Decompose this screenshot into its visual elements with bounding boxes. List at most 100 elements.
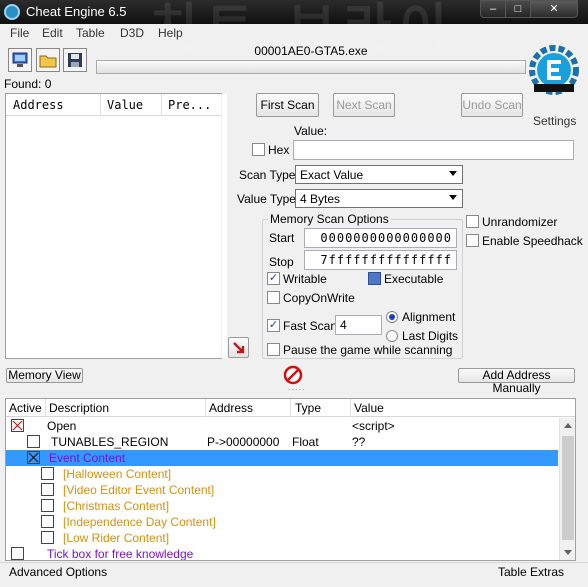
found-list-scrollbar[interactable] bbox=[221, 94, 227, 358]
scroll-up-arrow-icon[interactable] bbox=[560, 418, 575, 434]
last-digits-radio[interactable] bbox=[386, 330, 398, 342]
column-description[interactable]: Description bbox=[49, 401, 109, 415]
fast-scan-input[interactable]: 4 bbox=[335, 315, 382, 335]
scan-progress-bar bbox=[96, 60, 526, 74]
unrandomizer-checkbox[interactable] bbox=[466, 215, 479, 228]
scan-type-select[interactable]: Exact Value bbox=[295, 165, 463, 184]
address-list-scrollbar[interactable] bbox=[559, 418, 575, 560]
table-row[interactable]: [Independence Day Content] bbox=[6, 514, 558, 530]
value-type-label: Value Type bbox=[237, 192, 296, 206]
column-type[interactable]: Type bbox=[295, 401, 321, 415]
first-scan-button[interactable]: First Scan bbox=[256, 93, 319, 117]
scrollbar-thumb[interactable] bbox=[562, 436, 574, 540]
alignment-radio[interactable] bbox=[386, 311, 398, 323]
hex-checkbox[interactable] bbox=[252, 143, 265, 156]
found-results-list[interactable]: Address Value Pre... bbox=[5, 93, 227, 359]
active-checkbox[interactable] bbox=[41, 467, 54, 480]
value-input[interactable] bbox=[293, 140, 574, 160]
unrandomizer-label: Unrandomizer bbox=[482, 215, 558, 229]
computer-icon bbox=[12, 52, 28, 67]
column-address[interactable]: Address bbox=[209, 401, 253, 415]
table-row[interactable]: [Low Rider Content] bbox=[6, 530, 558, 546]
row-address: P->00000000 bbox=[207, 435, 280, 449]
table-row[interactable]: Open <script> bbox=[6, 418, 558, 434]
table-extras-link[interactable]: Table Extras bbox=[498, 565, 564, 579]
advanced-options-link[interactable]: Advanced Options bbox=[9, 565, 107, 579]
process-name: 00001AE0-GTA5.exe bbox=[254, 44, 368, 58]
scan-type-label: Scan Type bbox=[239, 168, 296, 182]
active-checkbox[interactable] bbox=[27, 435, 40, 448]
value-label: Value: bbox=[294, 124, 328, 138]
menu-help[interactable]: Help bbox=[158, 26, 183, 40]
menu-d3d[interactable]: D3D bbox=[120, 26, 144, 40]
cheat-engine-window: 치트 보라이 Cheat Engine 6.5 – □ ✕ File Edit … bbox=[0, 0, 588, 587]
next-scan-button[interactable]: Next Scan bbox=[333, 93, 395, 117]
table-row[interactable]: Tick box for free knowledge bbox=[6, 546, 558, 560]
active-checkbox[interactable] bbox=[11, 547, 24, 560]
column-previous[interactable]: Pre... bbox=[168, 98, 211, 112]
menu-table[interactable]: Table bbox=[76, 26, 105, 40]
minimize-button[interactable]: – bbox=[480, 0, 506, 18]
last-digits-label: Last Digits bbox=[402, 329, 459, 343]
start-address-input[interactable]: 0000000000000000 bbox=[304, 228, 457, 248]
scroll-down-arrow-icon[interactable] bbox=[560, 544, 575, 560]
executable-checkbox[interactable] bbox=[368, 272, 381, 285]
active-checkbox[interactable] bbox=[41, 499, 54, 512]
status-bar: Advanced Options Table Extras bbox=[0, 562, 588, 587]
folder-icon bbox=[39, 55, 57, 68]
table-row[interactable]: [Halloween Content] bbox=[6, 466, 558, 482]
cheat-engine-logo[interactable] bbox=[528, 44, 580, 96]
column-value[interactable]: Value bbox=[354, 401, 384, 415]
fast-scan-checkbox[interactable]: ✓ bbox=[267, 319, 280, 332]
maximize-button[interactable]: □ bbox=[505, 0, 531, 18]
pause-game-checkbox[interactable] bbox=[267, 343, 280, 356]
open-process-button[interactable] bbox=[8, 48, 32, 72]
active-checkbox[interactable] bbox=[41, 515, 54, 528]
table-row-selected[interactable]: Event Content bbox=[6, 450, 558, 466]
red-arrow-icon bbox=[232, 342, 244, 354]
copy-on-write-checkbox[interactable] bbox=[267, 291, 280, 304]
row-description: TUNABLES_REGION bbox=[51, 435, 169, 449]
alignment-label: Alignment bbox=[402, 310, 456, 324]
stop-address-input[interactable]: 7fffffffffffffff bbox=[304, 250, 457, 270]
close-button[interactable]: ✕ bbox=[530, 0, 578, 18]
active-checkbox[interactable] bbox=[27, 451, 40, 464]
panel-splitter[interactable] bbox=[0, 382, 588, 395]
writable-checkbox[interactable]: ✓ bbox=[267, 272, 280, 285]
active-checkbox[interactable] bbox=[41, 483, 54, 496]
found-count: Found: 0 bbox=[4, 77, 52, 91]
column-address[interactable]: Address bbox=[13, 98, 64, 112]
table-row[interactable]: [Christmas Content] bbox=[6, 498, 558, 514]
enable-speedhack-label: Enable Speedhack bbox=[482, 234, 583, 248]
settings-label[interactable]: Settings bbox=[533, 114, 576, 128]
close-icon: ✕ bbox=[549, 3, 559, 15]
app-icon bbox=[4, 4, 20, 20]
memory-scan-options-title: Memory Scan Options bbox=[268, 212, 391, 226]
menu-edit[interactable]: Edit bbox=[42, 26, 63, 40]
column-active[interactable]: Active bbox=[9, 401, 42, 415]
column-value[interactable]: Value bbox=[107, 98, 143, 112]
title-bar[interactable]: 치트 보라이 Cheat Engine 6.5 – □ ✕ bbox=[0, 0, 588, 59]
copy-to-list-button[interactable] bbox=[228, 337, 249, 358]
table-row[interactable]: [Video Editor Event Content] bbox=[6, 482, 558, 498]
enable-speedhack-checkbox[interactable] bbox=[466, 234, 479, 247]
column-separator bbox=[350, 399, 351, 417]
table-row[interactable]: TUNABLES_REGION P->00000000 Float ?? bbox=[6, 434, 558, 450]
memory-view-button[interactable]: Memory View bbox=[6, 368, 83, 383]
minimize-icon: – bbox=[489, 3, 497, 15]
active-checkbox[interactable] bbox=[11, 419, 24, 432]
row-description: [Low Rider Content] bbox=[63, 531, 170, 545]
row-description: [Halloween Content] bbox=[63, 467, 172, 481]
column-separator bbox=[161, 94, 162, 116]
address-list-header: Active Description Address Type Value bbox=[6, 399, 575, 417]
active-checkbox[interactable] bbox=[41, 531, 54, 544]
menu-file[interactable]: File bbox=[10, 26, 29, 40]
column-separator bbox=[205, 399, 206, 417]
open-file-button[interactable] bbox=[36, 48, 60, 72]
value-type-select[interactable]: 4 Bytes bbox=[295, 189, 463, 208]
undo-scan-button[interactable]: Undo Scan bbox=[461, 93, 523, 117]
executable-label: Executable bbox=[384, 272, 444, 286]
save-button[interactable] bbox=[63, 48, 87, 72]
address-list[interactable]: Active Description Address Type Value Op… bbox=[5, 398, 576, 561]
add-address-manually-button[interactable]: Add Address Manually bbox=[458, 368, 575, 395]
